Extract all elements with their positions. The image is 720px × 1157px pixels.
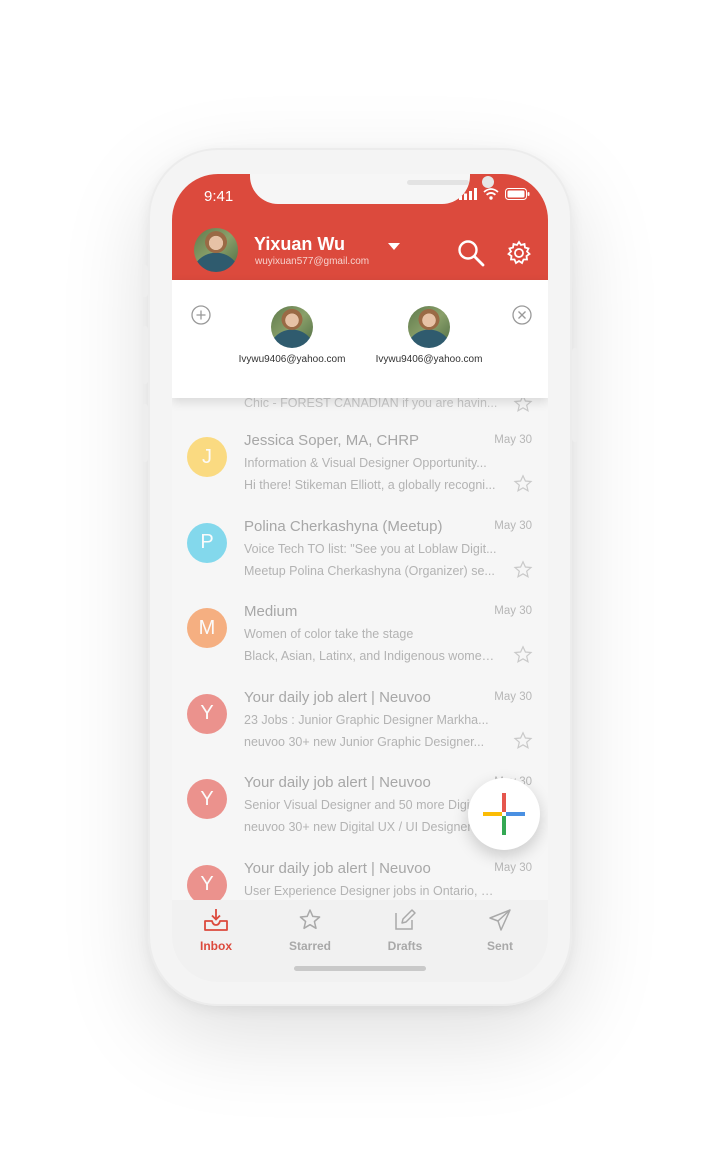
tab-label: Sent <box>486 939 513 953</box>
volume-down-button <box>142 404 148 462</box>
email-subject: Voice Tech TO list: "See you at Loblaw D… <box>244 541 497 556</box>
compose-button[interactable] <box>468 778 540 850</box>
email-row[interactable]: M Medium May 30 Women of color take the sta… <box>172 585 548 671</box>
pencil-icon <box>395 909 416 930</box>
email-date: May 30 <box>494 861 532 874</box>
status-icons <box>459 188 530 200</box>
status-time: 9:41 <box>204 188 234 205</box>
partial-email-snippet: Chic - FOREST CANADIAN if you are havin.… <box>244 396 498 410</box>
phone-screen: 9:41 Yixuan Wu wuyixuan577@gmail.com Ivy… <box>172 174 548 982</box>
gear-icon[interactable] <box>506 240 532 266</box>
app-header: 9:41 Yixuan Wu wuyixuan577@gmail.com <box>172 174 548 280</box>
power-button <box>572 348 578 442</box>
sender-avatar: Y <box>187 693 227 734</box>
close-icon[interactable] <box>512 305 532 325</box>
account-switcher: Ivywu9406@yahoo.com Ivywu9406@yahoo.com <box>172 280 548 398</box>
sender-avatar: J <box>187 437 227 477</box>
email-subject: 23 Jobs : Junior Graphic Designer Markha… <box>244 712 489 727</box>
add-account-icon[interactable] <box>191 305 211 325</box>
email-subject: Information & Visual Designer Opportunit… <box>244 456 487 470</box>
home-indicator <box>294 966 426 971</box>
email-snippet: Hi there! Stikeman Elliott, a globally r… <box>244 478 496 492</box>
battery-icon <box>505 188 530 200</box>
star-icon[interactable] <box>513 645 533 665</box>
wifi-icon <box>483 188 499 200</box>
sender-avatar: M <box>187 608 227 648</box>
email-date: May 30 <box>494 434 532 446</box>
tab-sent[interactable]: Sent <box>460 908 540 953</box>
sender-name: Jessica Soper, MA, CHRP <box>244 432 420 449</box>
tab-starred[interactable]: Starred <box>270 908 350 953</box>
tab-label: Starred <box>288 939 332 953</box>
star-icon <box>299 909 321 930</box>
volume-up-button <box>142 326 148 384</box>
switch-account-1[interactable]: Ivywu9406@yahoo.com <box>232 306 352 365</box>
tab-label: Inbox <box>200 939 232 953</box>
email-subject: Women of color take the stage <box>244 627 414 641</box>
email-date: May 30 <box>494 519 532 532</box>
sender-avatar: Y <box>187 864 227 905</box>
account-dropdown-icon[interactable] <box>388 243 400 250</box>
email-row[interactable]: J Jessica Soper, MA, CHRP May 30 Informatio… <box>172 414 548 500</box>
email-snippet: Black, Asian, Latinx, and Indigenous wom… <box>244 649 498 663</box>
bottom-tab-bar: Inbox Starred Drafts Sent <box>172 900 548 982</box>
account-avatar[interactable] <box>194 228 238 272</box>
plus-icon <box>483 793 525 835</box>
email-row[interactable]: Y Your daily job alert | Neuvoo May 30 23 J… <box>172 671 548 757</box>
sender-name: Polina Cherkashyna (Meetup) <box>244 517 443 535</box>
tab-inbox[interactable]: Inbox <box>176 908 256 953</box>
email-subject: Senior Visual Designer and 50 more Digit… <box>244 798 494 812</box>
sender-name: Your daily job alert | Neuvoo <box>244 688 431 706</box>
mute-switch <box>142 265 148 297</box>
switch-account-avatar <box>408 306 450 348</box>
paper-plane-icon <box>489 909 511 931</box>
star-icon[interactable] <box>513 474 533 494</box>
switch-account-email: Ivywu9406@yahoo.com <box>375 354 483 365</box>
sender-avatar: P <box>187 522 227 563</box>
front-camera <box>482 176 494 188</box>
account-email: wuyixuan577@gmail.com <box>255 256 370 267</box>
switch-account-2[interactable]: Ivywu9406@yahoo.com <box>369 306 489 365</box>
star-icon[interactable] <box>513 559 533 580</box>
speaker-grille <box>407 180 469 185</box>
email-row[interactable]: P Polina Cherkashyna (Meetup) May 30 Voice … <box>172 500 548 586</box>
email-date: May 30 <box>494 605 532 617</box>
stage: 9:41 Yixuan Wu wuyixuan577@gmail.com Ivy… <box>0 0 720 1157</box>
sender-name: Your daily job alert | Neuvoo <box>244 774 431 791</box>
email-subject: User Experience Designer jobs in Ontario… <box>244 883 498 898</box>
email-snippet: neuvoo 30+ new Digital UX / UI Designer … <box>244 820 493 834</box>
account-name[interactable]: Yixuan Wu <box>254 234 345 255</box>
sender-name: Your daily job alert | Neuvoo <box>244 859 431 877</box>
switch-account-email: Ivywu9406@yahoo.com <box>238 354 346 365</box>
star-icon[interactable] <box>513 730 533 751</box>
switch-account-avatar <box>271 306 313 348</box>
phone-notch <box>250 174 494 204</box>
tab-label: Drafts <box>387 939 423 953</box>
sender-name: Medium <box>244 603 298 620</box>
tab-drafts[interactable]: Drafts <box>365 908 445 953</box>
sender-avatar: Y <box>187 779 227 819</box>
search-icon[interactable] <box>456 238 486 268</box>
email-date: May 30 <box>494 690 532 703</box>
email-snippet: neuvoo 30+ new Junior Graphic Designer..… <box>244 734 485 749</box>
inbox-icon <box>204 909 228 931</box>
email-snippet: Meetup Polina Cherkashyna (Organizer) se… <box>244 563 495 578</box>
